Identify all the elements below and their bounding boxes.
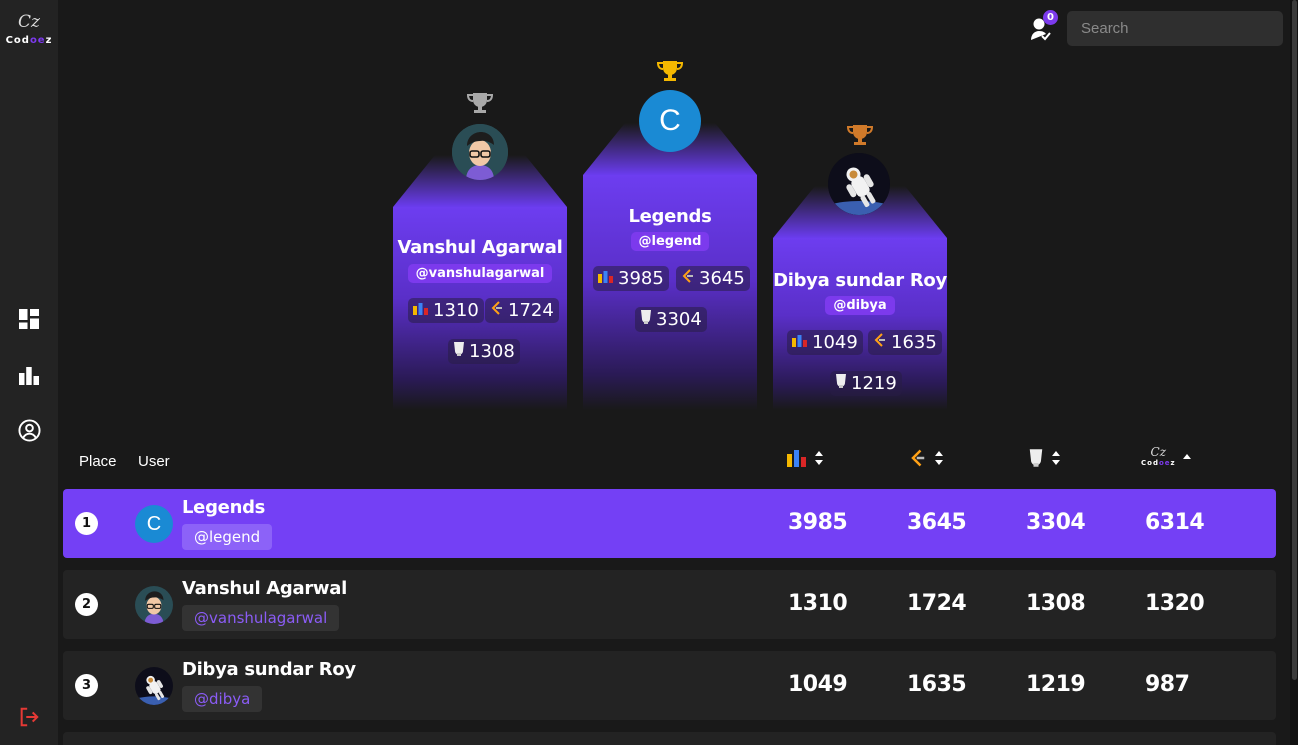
- gfg-icon: [1027, 448, 1045, 472]
- codechef-column-header[interactable]: [786, 448, 824, 472]
- gfg-icon: [452, 341, 466, 362]
- codechef-chip: 3985: [593, 266, 669, 291]
- gfg-column-header[interactable]: [1027, 448, 1061, 472]
- codechef-icon: [791, 332, 809, 353]
- user-column-header: User: [138, 453, 170, 470]
- codoez-logo-text: Codoez: [1141, 459, 1176, 467]
- podium-name: Legends: [628, 206, 712, 227]
- avatar: [135, 586, 173, 624]
- sort-icon[interactable]: [1051, 450, 1061, 470]
- table-row[interactable]: 3 Dibya sundar Roy @dibya 1049 1635 1219…: [63, 651, 1276, 720]
- leetcode-column-header[interactable]: [908, 448, 944, 472]
- leetcode-icon: [872, 332, 888, 353]
- gfg-chip: 3304: [635, 307, 707, 332]
- leetcode-rating: 1724: [907, 591, 967, 616]
- rank-badge: 3: [75, 674, 98, 697]
- gfg-score: 3304: [656, 309, 702, 330]
- codechef-score: 1310: [433, 300, 479, 321]
- gfg-chip: 1308: [448, 339, 520, 364]
- leetcode-chip: 1635: [868, 330, 942, 355]
- leetcode-score: 3645: [699, 268, 745, 289]
- sidebar: Cz Codoez: [0, 0, 58, 745]
- rank-badge: 2: [75, 593, 98, 616]
- podium-handle: @vanshulagarwal: [407, 264, 553, 283]
- codoez-score: 6314: [1145, 510, 1205, 535]
- avatar: [828, 153, 890, 215]
- codoez-logo: Cz Codoez: [1141, 445, 1176, 467]
- gfg-chip: 1219: [830, 371, 902, 396]
- gold-trophy-icon: [656, 60, 684, 86]
- leetcode-score: 1635: [891, 332, 937, 353]
- rank-badge: 1: [75, 512, 98, 535]
- user-handle[interactable]: @dibya: [182, 686, 263, 712]
- leetcode-icon: [680, 268, 696, 289]
- avatar: C: [135, 505, 173, 543]
- leaderboard-icon[interactable]: [17, 363, 41, 387]
- logo-wordmark: Codoez: [5, 35, 53, 46]
- profile-icon[interactable]: [17, 418, 41, 442]
- codechef-icon: [786, 448, 808, 472]
- leetcode-score: 1724: [508, 300, 554, 321]
- gfg-score: 1308: [1026, 591, 1086, 616]
- codoez-score: 1320: [1145, 591, 1205, 616]
- notification-badge: 0: [1043, 10, 1058, 25]
- place-column-header: Place: [79, 453, 117, 470]
- codechef-chip: 1310: [408, 298, 484, 323]
- codechef-icon: [412, 300, 430, 321]
- leetcode-rating: 1635: [907, 672, 967, 697]
- codechef-rating: 3985: [788, 510, 848, 535]
- logo-signature: Cz: [18, 12, 40, 32]
- podium-name: Dibya sundar Roy: [773, 270, 947, 291]
- avatar: C: [639, 90, 701, 152]
- codechef-score: 1049: [812, 332, 858, 353]
- sort-icon[interactable]: [814, 450, 824, 470]
- codechef-rating: 1310: [788, 591, 848, 616]
- podium-handle: @dibya: [825, 296, 895, 315]
- user-handle[interactable]: @vanshulagarwal: [182, 605, 340, 631]
- dashboard-icon[interactable]: [17, 307, 41, 331]
- silver-trophy-icon: [466, 92, 494, 118]
- podium-handle-wrap: @vanshulagarwal: [393, 262, 567, 283]
- sort-icon[interactable]: [934, 450, 944, 470]
- sort-asc-icon[interactable]: [1182, 447, 1192, 466]
- codechef-score: 3985: [618, 268, 664, 289]
- user-name[interactable]: Legends: [182, 497, 265, 518]
- gfg-score: 1219: [851, 373, 897, 394]
- leetcode-chip: 3645: [676, 266, 750, 291]
- gfg-score: 1219: [1026, 672, 1086, 697]
- bronze-trophy-icon: [846, 124, 874, 150]
- gfg-icon: [834, 373, 848, 394]
- codechef-chip: 1049: [787, 330, 863, 355]
- gfg-score: 3304: [1026, 510, 1086, 535]
- leetcode-rating: 3645: [907, 510, 967, 535]
- codoez-score: 987: [1145, 672, 1190, 697]
- app-logo[interactable]: Cz Codoez: [2, 10, 56, 54]
- table-row-partial[interactable]: [63, 732, 1276, 745]
- logout-icon[interactable]: [17, 705, 41, 729]
- avatar: [452, 124, 508, 180]
- leetcode-chip: 1724: [485, 298, 559, 323]
- user-name[interactable]: Dibya sundar Roy: [182, 659, 356, 680]
- codechef-icon: [597, 268, 615, 289]
- search-input[interactable]: [1067, 11, 1283, 46]
- leetcode-icon: [908, 448, 928, 472]
- codechef-rating: 1049: [788, 672, 848, 697]
- scrollbar-thumb[interactable]: [1292, 0, 1297, 680]
- podium-handle-wrap: @dibya: [773, 294, 947, 315]
- table-row[interactable]: 1 C Legends @legend 3985 3645 3304 6314: [63, 489, 1276, 558]
- gfg-icon: [639, 309, 653, 330]
- user-handle[interactable]: @legend: [182, 524, 273, 550]
- gfg-score: 1308: [469, 341, 515, 362]
- podium-handle-wrap: @legend: [583, 230, 757, 251]
- codoez-column-header[interactable]: Cz Codoez: [1141, 445, 1192, 467]
- podium-name: Vanshul Agarwal: [397, 237, 563, 258]
- podium-handle: @legend: [630, 232, 710, 251]
- leetcode-icon: [489, 300, 505, 321]
- table-row[interactable]: 2 Vanshul Agarwal @vanshulagarwal 1310 1…: [63, 570, 1276, 639]
- user-name[interactable]: Vanshul Agarwal: [182, 578, 347, 599]
- avatar: [135, 667, 173, 705]
